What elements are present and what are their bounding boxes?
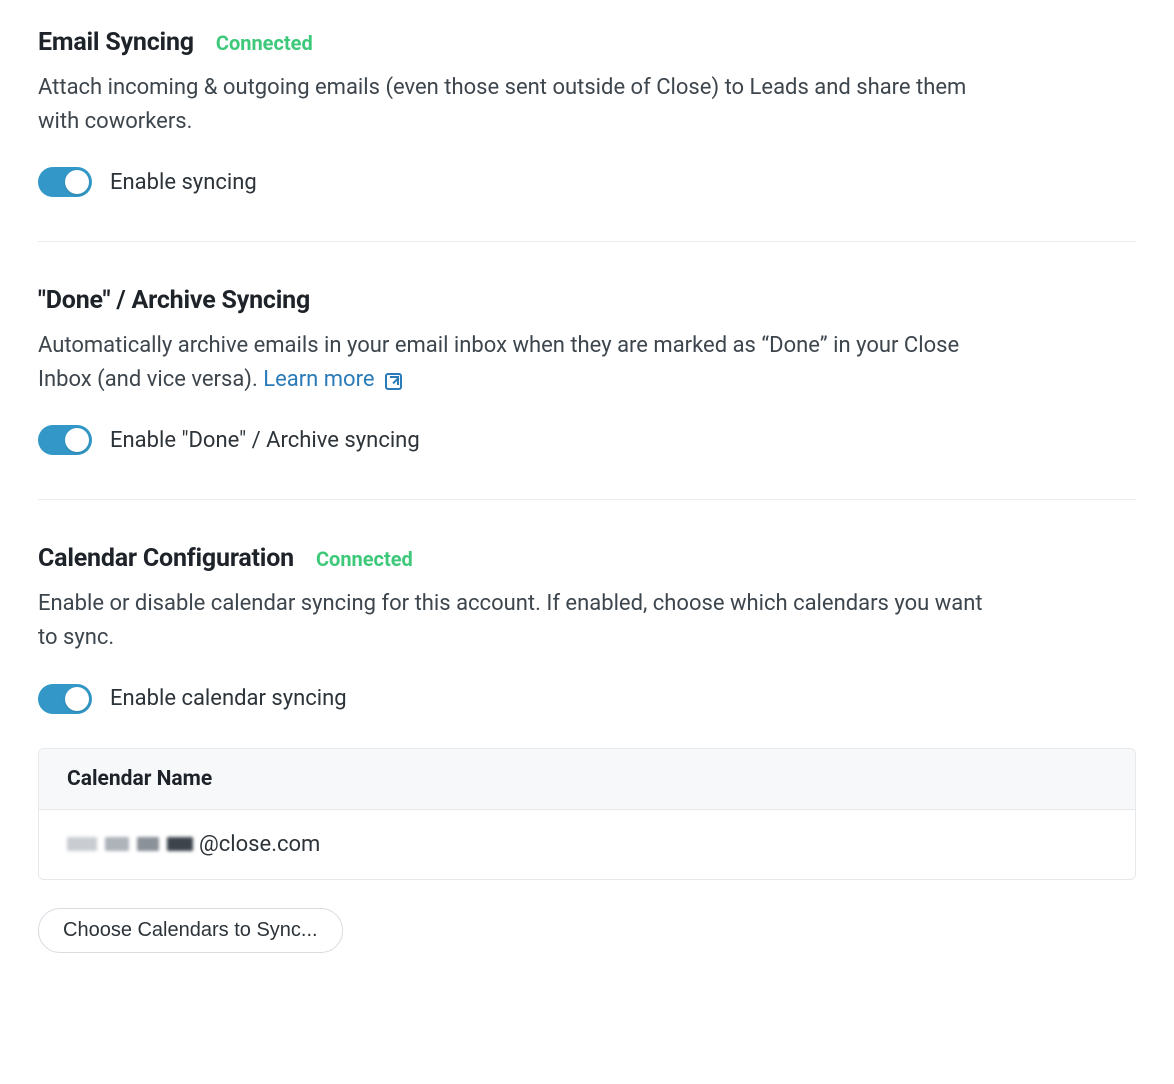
calendar-email-suffix: @close.com xyxy=(199,832,320,857)
email-syncing-title: Email Syncing xyxy=(38,28,194,57)
enable-syncing-toggle[interactable] xyxy=(38,167,92,197)
calendar-config-description: Enable or disable calendar syncing for t… xyxy=(38,587,998,655)
choose-calendars-button[interactable]: Choose Calendars to Sync... xyxy=(38,908,343,953)
enable-syncing-label: Enable syncing xyxy=(110,170,257,195)
section-head: Calendar Configuration Connected xyxy=(38,544,1136,573)
calendar-table: Calendar Name @close.com xyxy=(38,748,1136,880)
enable-archive-syncing-toggle[interactable] xyxy=(38,425,92,455)
calendar-table-header: Calendar Name xyxy=(39,749,1135,810)
archive-desc-text: Automatically archive emails in your ema… xyxy=(38,333,959,392)
toggle-row: Enable "Done" / Archive syncing xyxy=(38,425,1136,455)
learn-more-link[interactable]: Learn more xyxy=(263,363,401,397)
toggle-row: Enable syncing xyxy=(38,167,1136,197)
archive-syncing-title: "Done" / Archive Syncing xyxy=(38,286,310,315)
archive-syncing-description: Automatically archive emails in your ema… xyxy=(38,329,998,397)
calendar-row: @close.com xyxy=(39,810,1135,879)
enable-calendar-syncing-label: Enable calendar syncing xyxy=(110,686,347,711)
section-archive-syncing: "Done" / Archive Syncing Automatically a… xyxy=(38,241,1136,499)
section-head: "Done" / Archive Syncing xyxy=(38,286,1136,315)
learn-more-label: Learn more xyxy=(263,363,374,397)
section-email-syncing: Email Syncing Connected Attach incoming … xyxy=(38,28,1136,241)
toggle-row: Enable calendar syncing xyxy=(38,684,1136,714)
section-calendar-config: Calendar Configuration Connected Enable … xyxy=(38,499,1136,962)
enable-calendar-syncing-toggle[interactable] xyxy=(38,684,92,714)
external-link-icon xyxy=(385,373,402,390)
section-head: Email Syncing Connected xyxy=(38,28,1136,57)
redacted-name xyxy=(67,837,193,851)
status-badge-connected: Connected xyxy=(316,547,413,571)
enable-archive-syncing-label: Enable "Done" / Archive syncing xyxy=(110,428,420,453)
email-syncing-description: Attach incoming & outgoing emails (even … xyxy=(38,71,998,139)
calendar-config-title: Calendar Configuration xyxy=(38,544,294,573)
status-badge-connected: Connected xyxy=(216,31,313,55)
